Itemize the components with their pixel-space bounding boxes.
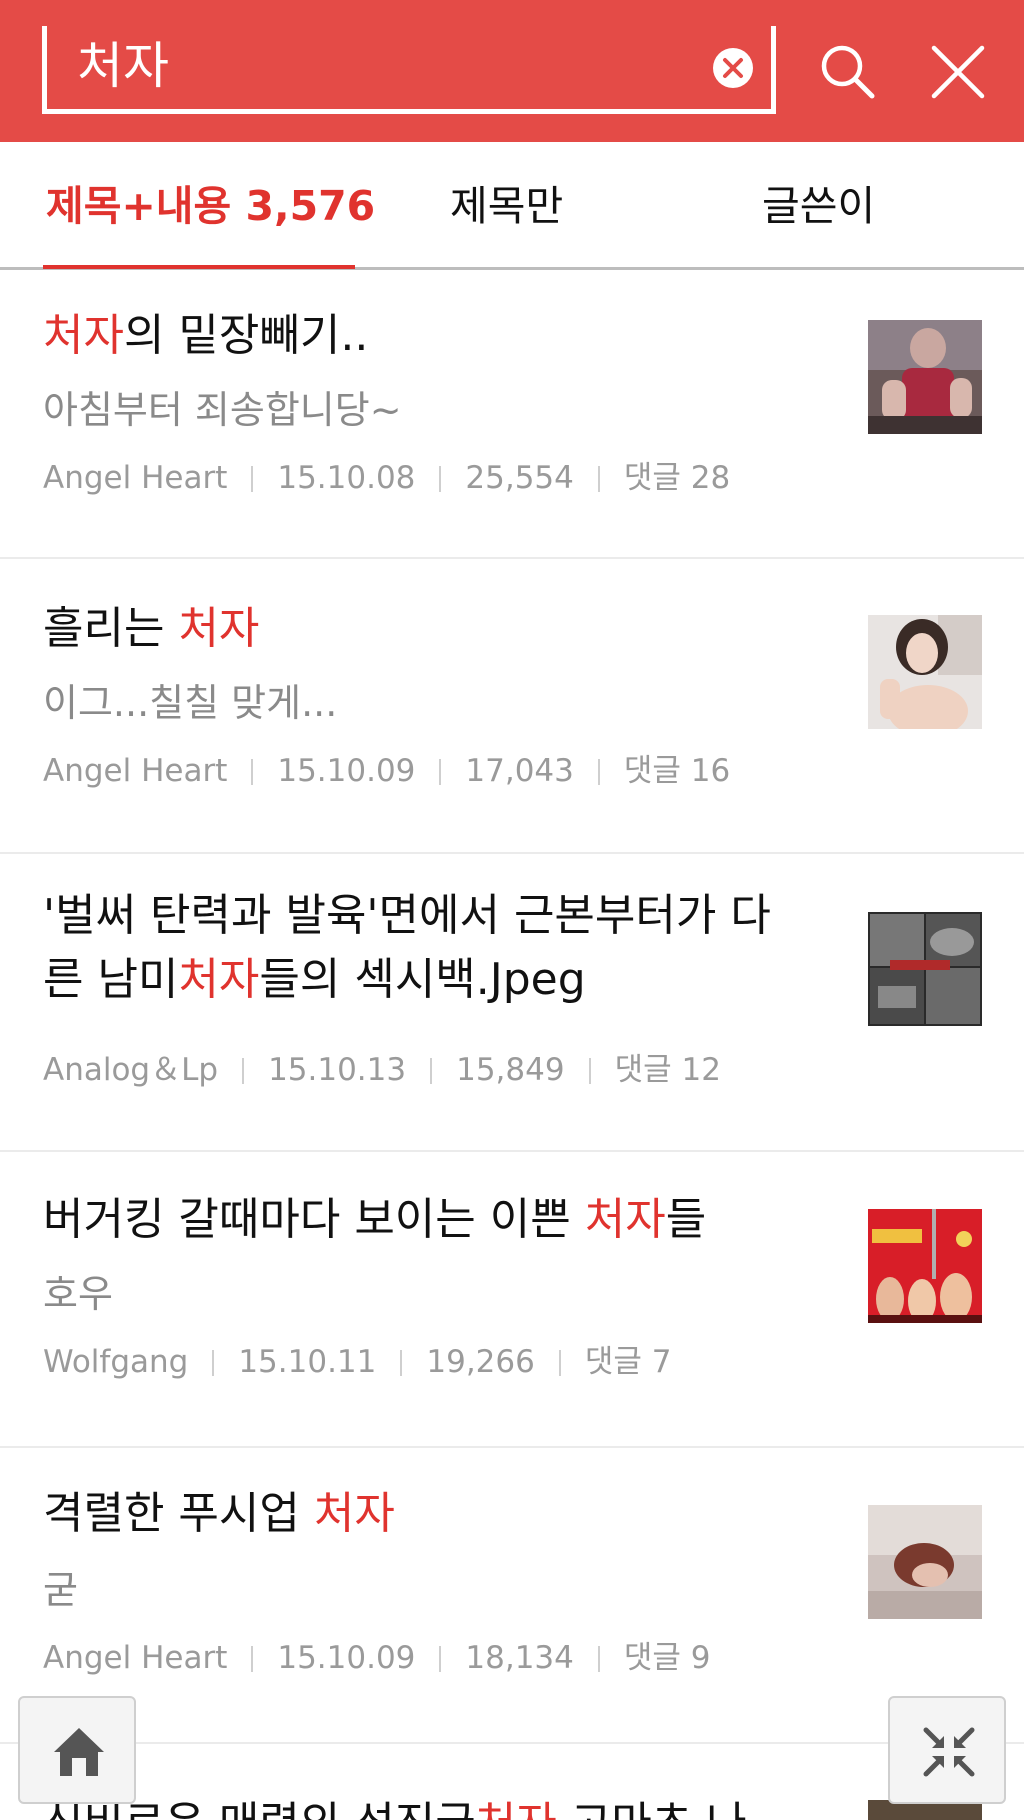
separator — [400, 1350, 403, 1376]
title-text: 들의 섹시백.Jpeg — [259, 954, 586, 1005]
post-meta: Angel Heart 15.10.09 18,134 댓글 9 — [43, 1638, 711, 1678]
title-text: 고마츠 나 — [557, 1798, 747, 1820]
author-name: Angel Heart — [43, 1640, 228, 1676]
title-line-1: '벌써 탄력과 발육'면에서 근본부터가 다 — [43, 890, 771, 941]
post-thumbnail[interactable] — [868, 912, 982, 1026]
post-date: 15.10.13 — [268, 1052, 407, 1088]
separator — [430, 1058, 433, 1084]
view-count: 15,849 — [456, 1052, 565, 1088]
search-input[interactable]: 처자 — [42, 26, 776, 114]
post-title[interactable]: 격렬한 푸시업 처자 — [43, 1482, 823, 1546]
post-preview: 호우 — [43, 1272, 113, 1316]
post-preview: 굳 — [43, 1568, 78, 1612]
post-meta: Wolfgang 15.10.11 19,266 댓글 7 — [43, 1342, 671, 1382]
list-item[interactable]: 처자의 밑장빼기.. 아침부터 죄송합니당~ Angel Heart 15.10.… — [0, 272, 1024, 559]
comment-count: 댓글 28 — [623, 460, 731, 496]
separator — [588, 1058, 591, 1084]
title-text: 버거킹 갈때마다 보이는 이쁜 — [43, 1194, 585, 1245]
separator — [597, 466, 600, 492]
title-text: 흘리는 — [43, 603, 179, 654]
author-name: Angel Heart — [43, 753, 228, 789]
view-count: 17,043 — [465, 753, 574, 789]
clear-icon — [723, 58, 743, 78]
tab-title-only[interactable]: 제목만 — [450, 176, 563, 236]
post-date: 15.10.11 — [238, 1344, 377, 1380]
collapse-button[interactable] — [888, 1696, 1006, 1804]
post-preview: 아침부터 죄송합니당~ — [43, 388, 402, 432]
separator — [251, 466, 254, 492]
title-highlight: 처자 — [43, 310, 124, 361]
post-meta: Angel Heart 15.10.09 17,043 댓글 16 — [43, 751, 730, 791]
post-date: 15.10.08 — [277, 460, 416, 496]
post-thumbnail[interactable] — [868, 615, 982, 729]
title-text: 른 남미 — [43, 954, 179, 1005]
separator — [251, 1646, 254, 1672]
post-title[interactable]: 처자의 밑장빼기.. — [43, 304, 823, 368]
list-item[interactable]: 신비로운 매력의 석진국처자 고마츠 나 — [0, 1744, 1024, 1820]
active-tab-indicator — [43, 265, 355, 269]
author-name: Wolfgang — [43, 1344, 189, 1380]
list-item[interactable]: 흘리는 처자 이그...칠칠 맞게... Angel Heart 15.10.09… — [0, 559, 1024, 854]
search-icon[interactable] — [816, 40, 880, 104]
post-title[interactable]: 버거킹 갈때마다 보이는 이쁜 처자들 — [43, 1188, 823, 1252]
separator — [439, 759, 442, 785]
title-line-2: 른 남미처자들의 섹시백.Jpeg — [43, 948, 823, 1012]
search-query[interactable]: 처자 — [77, 36, 169, 96]
separator — [597, 759, 600, 785]
comment-count: 댓글 7 — [584, 1344, 672, 1380]
title-highlight: 처자 — [584, 1194, 666, 1245]
post-title[interactable]: 신비로운 매력의 석진국처자 고마츠 나 — [43, 1792, 823, 1820]
title-text: 의 밑장빼기.. — [123, 310, 369, 361]
title-highlight: 처자 — [178, 954, 260, 1005]
home-button[interactable] — [18, 1696, 136, 1804]
separator — [439, 466, 442, 492]
list-item[interactable]: 버거킹 갈때마다 보이는 이쁜 처자들 호우 Wolfgang 15.10.11 1… — [0, 1152, 1024, 1448]
title-text: 들 — [665, 1194, 707, 1245]
tab-author[interactable]: 글쓴이 — [762, 176, 875, 236]
close-icon[interactable] — [926, 40, 990, 104]
title-highlight: 처자 — [476, 1798, 557, 1820]
collapse-icon — [923, 1727, 975, 1777]
title-text: 격렬한 푸시업 — [43, 1488, 314, 1539]
post-meta: Angel Heart 15.10.08 25,554 댓글 28 — [43, 458, 730, 498]
view-count: 19,266 — [426, 1344, 535, 1380]
view-count: 18,134 — [465, 1640, 574, 1676]
comment-count: 댓글 16 — [623, 753, 731, 789]
comment-count: 댓글 9 — [623, 1640, 711, 1676]
post-date: 15.10.09 — [277, 1640, 416, 1676]
separator — [242, 1058, 245, 1084]
post-title[interactable]: 흘리는 처자 — [43, 597, 823, 661]
post-title[interactable]: '벌써 탄력과 발육'면에서 근본부터가 다 른 남미처자들의 섹시백.Jpeg — [43, 884, 823, 1012]
list-item[interactable]: '벌써 탄력과 발육'면에서 근본부터가 다 른 남미처자들의 섹시백.Jpeg… — [0, 854, 1024, 1152]
search-tabs: 제목+내용 3,576 제목만 글쓴이 — [0, 142, 1024, 270]
author-name: Angel Heart — [43, 460, 228, 496]
post-meta: Analog＆Lp 15.10.13 15,849 댓글 12 — [43, 1050, 721, 1090]
view-count: 25,554 — [465, 460, 574, 496]
post-thumbnail[interactable] — [868, 1505, 982, 1619]
post-thumbnail[interactable] — [868, 1209, 982, 1323]
post-preview: 이그...칠칠 맞게... — [43, 681, 338, 725]
separator — [212, 1350, 215, 1376]
search-header: 처자 — [0, 0, 1024, 142]
title-highlight: 처자 — [178, 603, 260, 654]
separator — [251, 759, 254, 785]
separator — [597, 1646, 600, 1672]
list-item[interactable]: 격렬한 푸시업 처자 굳 Angel Heart 15.10.09 18,134 댓글… — [0, 1448, 1024, 1744]
home-icon — [54, 1728, 104, 1776]
comment-count: 댓글 12 — [614, 1052, 721, 1088]
post-thumbnail[interactable] — [868, 320, 982, 434]
author-name: Analog＆Lp — [43, 1052, 219, 1088]
separator — [558, 1350, 561, 1376]
clear-search-button[interactable] — [713, 48, 753, 88]
separator — [439, 1646, 442, 1672]
post-date: 15.10.09 — [277, 753, 416, 789]
tab-title-content[interactable]: 제목+내용 3,576 — [46, 176, 375, 236]
title-highlight: 처자 — [313, 1488, 395, 1539]
